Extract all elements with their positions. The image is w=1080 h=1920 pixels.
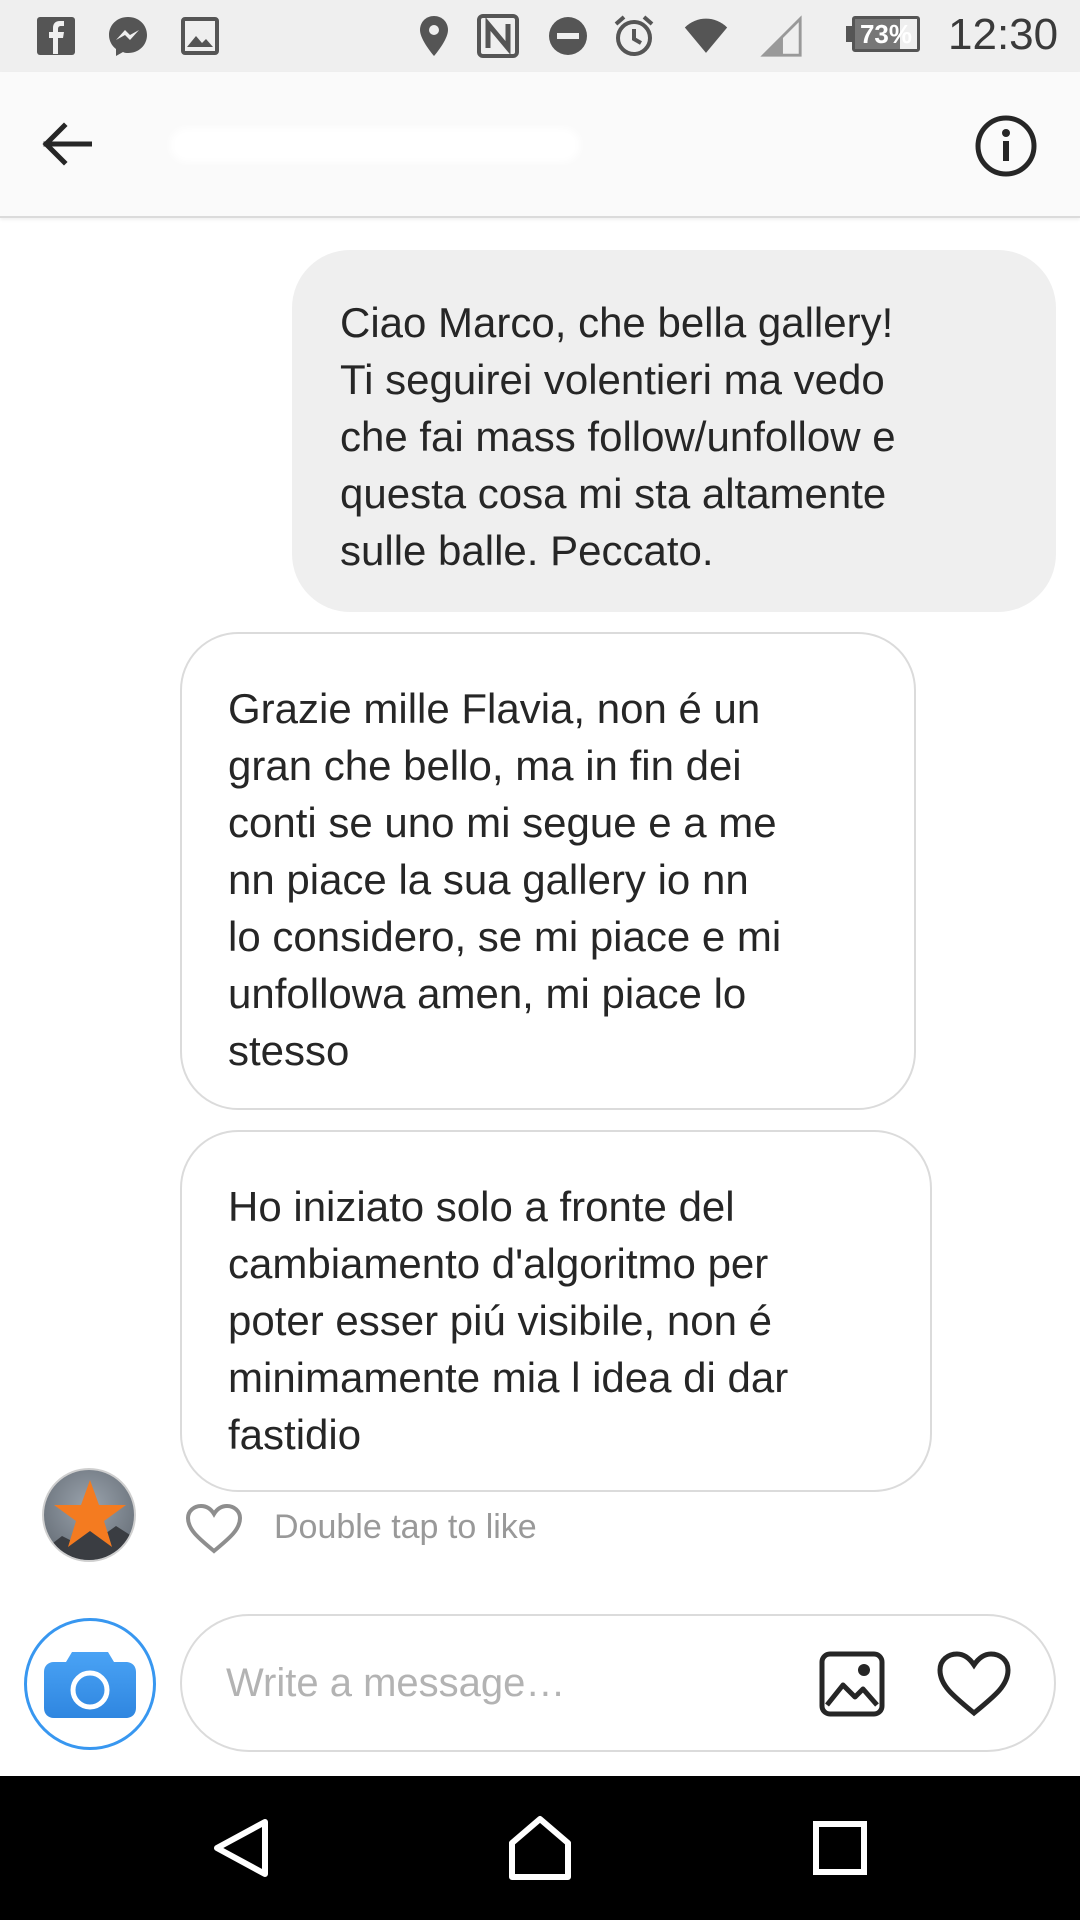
message-bubble-sent[interactable]: Ciao Marco, che bella gallery! Ti seguir…: [292, 250, 1056, 612]
gallery-icon: [819, 1651, 885, 1717]
message-bubble-received[interactable]: Ho iniziato solo a fronte del cambiament…: [180, 1130, 932, 1492]
arrow-left-icon: [42, 122, 92, 166]
back-button[interactable]: [36, 114, 96, 174]
nav-home-icon: [509, 1816, 571, 1880]
nav-home-button[interactable]: [495, 1806, 585, 1890]
camera-icon: [44, 1652, 136, 1718]
like-heart-button[interactable]: [182, 1502, 246, 1556]
message-bubble-received[interactable]: Grazie mille Flavia, non é un gran che b…: [180, 632, 916, 1110]
star-avatar-icon: [44, 1480, 134, 1560]
system-nav-bar: [0, 1776, 1080, 1920]
nav-recents-button[interactable]: [795, 1806, 885, 1890]
heart-outline-icon: [937, 1651, 1011, 1717]
thread-header: [0, 72, 1080, 218]
info-icon: [975, 115, 1037, 177]
do-not-disturb-icon: [546, 14, 590, 58]
gallery-button[interactable]: [816, 1648, 888, 1720]
facebook-icon: [34, 14, 78, 58]
info-button[interactable]: [974, 114, 1038, 178]
alarm-icon: [612, 14, 656, 58]
send-heart-button[interactable]: [934, 1648, 1014, 1720]
nav-recents-icon: [813, 1821, 867, 1875]
avatar[interactable]: [42, 1468, 136, 1562]
double-tap-hint: Double tap to like: [274, 1508, 537, 1546]
nav-back-button[interactable]: [196, 1806, 286, 1890]
nfc-icon: [476, 14, 520, 58]
heart-outline-icon: [185, 1503, 243, 1554]
cell-signal-icon: [760, 14, 804, 58]
battery-percent: 73%: [859, 18, 913, 49]
message-composer: [180, 1614, 1056, 1752]
status-bar: 73% 12:30: [0, 0, 1080, 72]
camera-button[interactable]: [24, 1618, 156, 1750]
battery-indicator: 73%: [846, 16, 926, 54]
wifi-icon: [684, 14, 728, 58]
messenger-icon: [106, 14, 150, 58]
message-input[interactable]: [226, 1650, 766, 1716]
thread-username-redacted[interactable]: [170, 128, 580, 162]
nav-back-icon: [214, 1819, 268, 1877]
clock-time: 12:30: [948, 10, 1059, 59]
location-icon: [412, 14, 456, 58]
image-notification-icon: [178, 14, 222, 58]
